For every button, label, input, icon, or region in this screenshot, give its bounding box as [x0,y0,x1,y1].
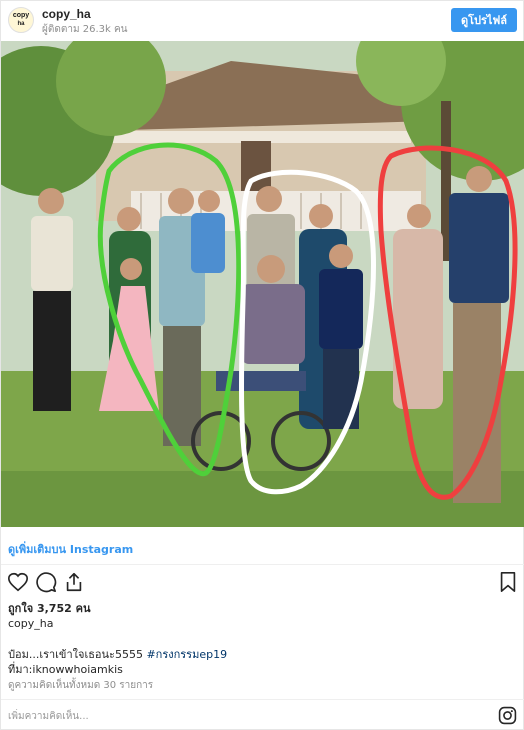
comment-bar [1,699,524,730]
view-profile-button[interactable]: ดูโปรไฟล์ [450,8,517,32]
action-row [1,567,524,595]
like-count[interactable]: ถูกใจ 3,752 คน [8,599,90,617]
post-header: copy ha copy_ha ผู้ติดตาม 26.3k คน ดูโปร… [1,1,524,41]
follower-count: ผู้ติดตาม 26.3k คน [42,24,128,35]
view-more-bar: ดูเพิ่มเติมบน Instagram [1,527,524,565]
post-image [1,41,524,527]
avatar[interactable]: copy ha [8,7,34,33]
avatar-text-bottom: ha [17,21,25,27]
comment-icon[interactable] [35,571,57,593]
avatar-text-top: copy [12,12,30,19]
instagram-icon[interactable] [498,706,517,725]
caption-username[interactable]: copy_ha [8,617,53,630]
share-icon[interactable] [63,571,85,593]
post-photo[interactable] [1,41,524,527]
instagram-embed-card: copy ha copy_ha ผู้ติดตาม 26.3k คน ดูโปร… [0,0,524,730]
caption-hashtag[interactable]: #กรงกรรมep19 [146,648,227,661]
comment-input[interactable] [8,708,448,724]
username-link[interactable]: copy_ha [42,7,91,21]
bookmark-icon[interactable] [497,571,519,593]
heart-icon[interactable] [7,571,29,593]
caption-source: ที่มา:iknowwhoiamkis [8,663,123,676]
view-more-instagram-link[interactable]: ดูเพิ่มเติมบน Instagram [8,540,133,558]
view-all-comments-link[interactable]: ดูความคิดเห็นทั้งหมด 30 รายการ [8,678,153,693]
